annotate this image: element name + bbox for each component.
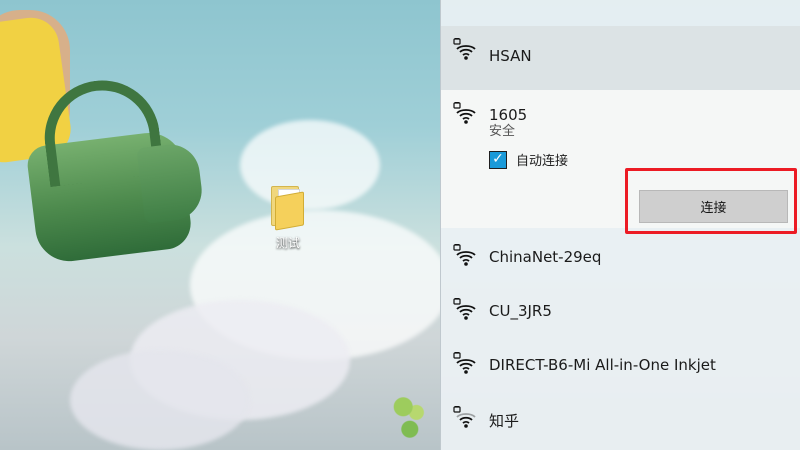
folder-icon: [271, 186, 305, 231]
connect-button[interactable]: 连接: [639, 190, 788, 223]
network-item-hsan[interactable]: HSAN: [441, 26, 800, 90]
auto-connect-option[interactable]: 自动连接: [489, 150, 568, 169]
network-item-direct[interactable]: DIRECT-B6-Mi All-in-One Inkjet: [441, 340, 800, 394]
wifi-lock-icon: [453, 352, 479, 378]
desktop-background: 测试: [0, 0, 440, 450]
wifi-lock-icon: [453, 102, 479, 128]
network-item-zhihu[interactable]: 知乎: [441, 394, 800, 448]
network-name: ChinaNet-29eq: [489, 248, 602, 266]
desktop-icon-label: 测试: [275, 236, 300, 250]
checkbox-icon[interactable]: [489, 150, 507, 169]
wifi-lock-icon: [453, 298, 479, 324]
auto-connect-label: 自动连接: [516, 154, 569, 169]
network-name: 知乎: [489, 412, 520, 430]
folder-front: [275, 191, 304, 231]
network-name: HSAN: [489, 47, 532, 65]
wifi-lock-icon: [453, 38, 479, 64]
wallpaper-watering-can: [25, 128, 194, 266]
network-item-chinanet[interactable]: ChinaNet-29eq: [441, 232, 800, 286]
wallpaper-leaves: [390, 390, 434, 446]
wallpaper-cloud: [70, 350, 250, 450]
wifi-lock-icon: [453, 406, 479, 432]
network-item-cu[interactable]: CU_3JR5: [441, 286, 800, 340]
desktop-icon-test[interactable]: 测试: [263, 184, 313, 254]
wifi-lock-icon: [453, 244, 479, 270]
network-security-status: 安全: [489, 124, 516, 139]
network-name: DIRECT-B6-Mi All-in-One Inkjet: [489, 356, 716, 374]
network-name: CU_3JR5: [489, 302, 552, 320]
